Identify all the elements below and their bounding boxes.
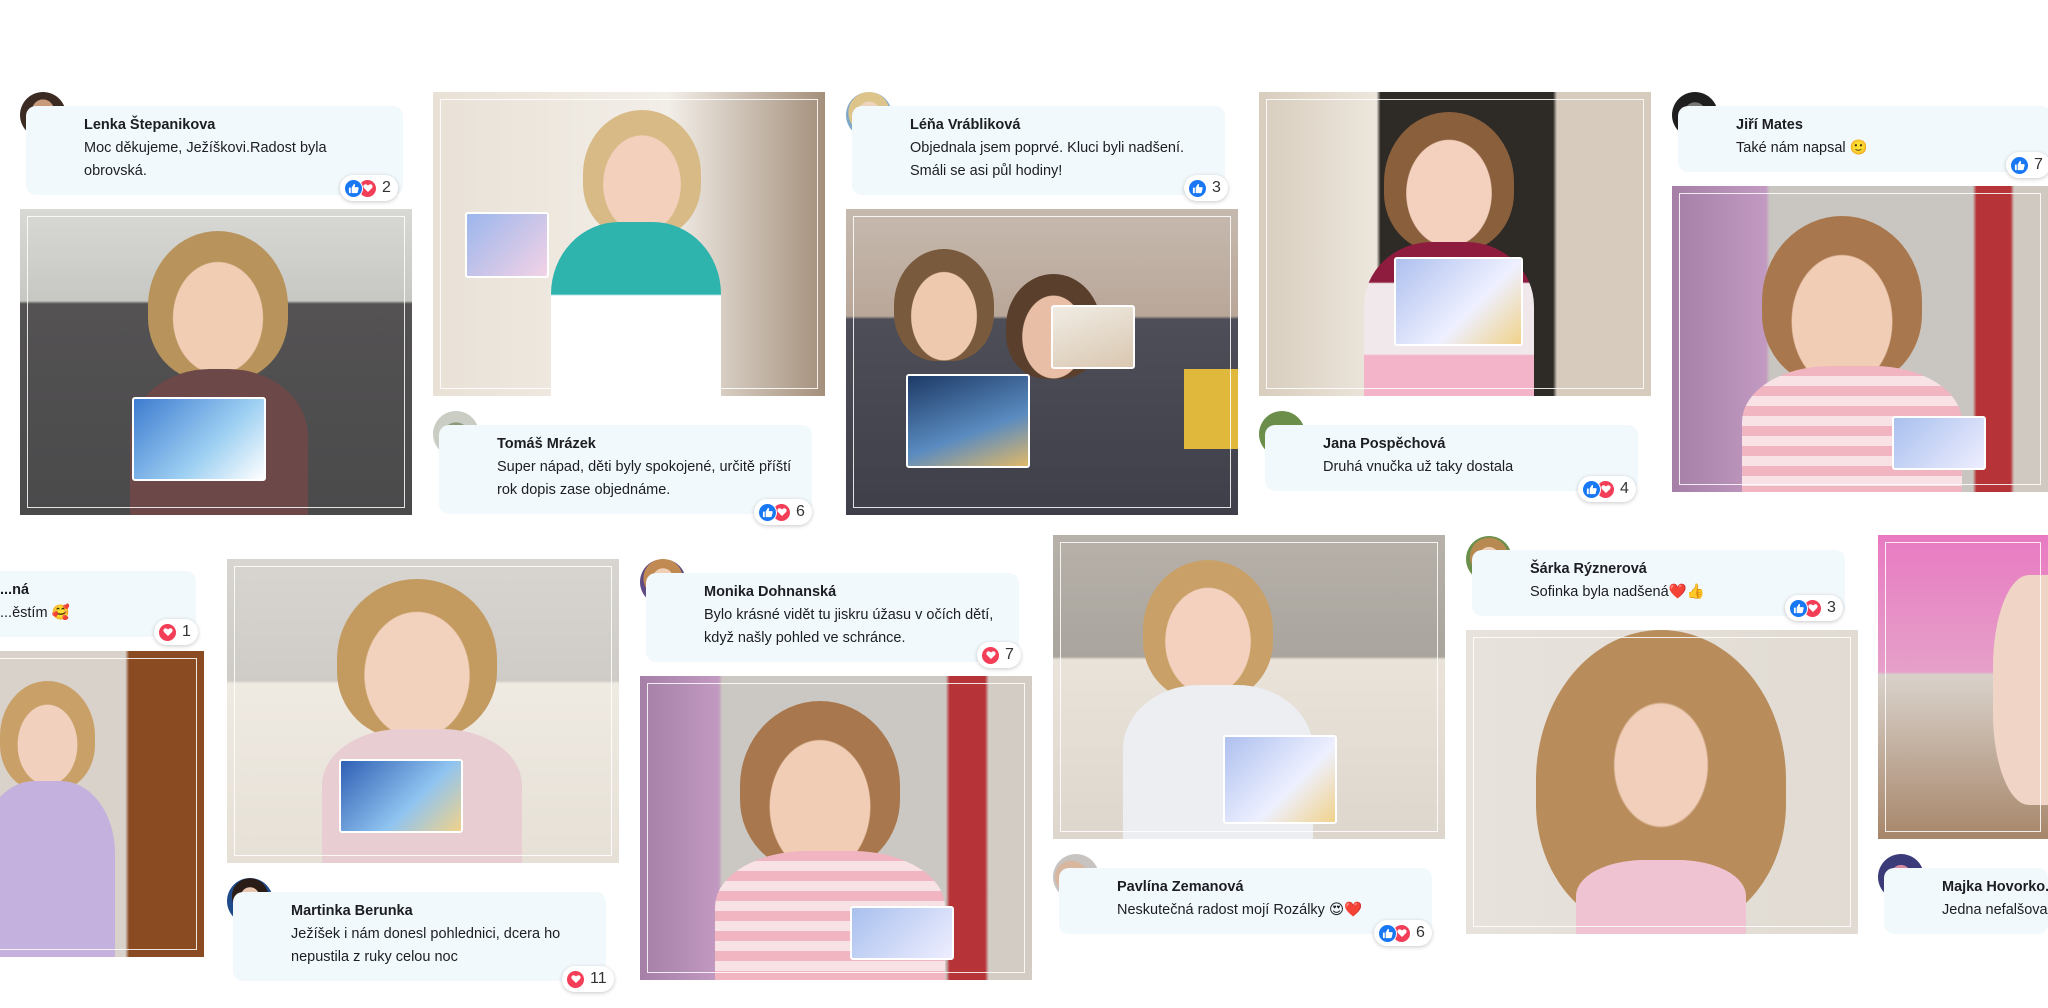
thumbs-up-icon [2010, 155, 2029, 175]
commenter-name: Monika Dohnanská [704, 584, 837, 600]
commenter-name: Šárka Rýznerová [1530, 561, 1647, 577]
commenter-name: Jiří Mates [1736, 117, 1803, 133]
comment-text: Také nám napsal 🙂 [1736, 140, 1868, 156]
reaction-counter[interactable]: 7 [2006, 152, 2048, 178]
photo-toddler-red-clip[interactable] [1672, 186, 2048, 492]
commenter-name: ...ná [0, 582, 30, 598]
heart-icon [981, 645, 1000, 665]
comment-text: Jedna nefalšova... [1942, 902, 2048, 918]
commenter-name: Jana Pospěchová [1323, 436, 1446, 452]
photo-girl-curly-hair[interactable] [1466, 630, 1858, 934]
reaction-count: 11 [590, 970, 607, 987]
reaction-counter[interactable]: 3 [1785, 595, 1843, 621]
reaction-count: 2 [382, 179, 391, 196]
thumbs-up-icon [1789, 598, 1808, 618]
reaction-count: 6 [796, 503, 805, 520]
reaction-count: 7 [1005, 646, 1014, 663]
commenter-name: Majka Hovorko... [1942, 879, 2048, 895]
reaction-count: 7 [2034, 156, 2043, 173]
heart-icon [566, 969, 585, 989]
thumbs-up-icon [1188, 178, 1207, 198]
commenter-name: Lenka Štepanikova [84, 117, 216, 133]
reaction-counter[interactable]: 2 [340, 175, 398, 201]
reaction-count: 3 [1212, 179, 1221, 196]
comment-text: Moc děkujeme, Ježíškovi.Radost byla obro… [84, 140, 327, 179]
reaction-count: 4 [1620, 480, 1629, 497]
comment-bubble: Monika Dohnanská Bylo krásné vidět tu ji… [646, 573, 1019, 662]
reaction-counter[interactable]: 6 [1374, 920, 1432, 946]
comment-text: Objednala jsem poprvé. Kluci byli nadšen… [910, 140, 1185, 179]
photo-toddler-red-clip-2[interactable] [640, 676, 1032, 980]
photo-girl-blonde-card[interactable] [20, 209, 412, 515]
thumbs-up-icon [1378, 923, 1397, 943]
reaction-count: 1 [182, 623, 191, 640]
photo-toddler-angel-card[interactable] [227, 559, 619, 863]
heart-icon [158, 622, 177, 642]
comment-text: ...ěstím 🥰 [0, 605, 70, 621]
testimonial-gallery: f Lenka Štepanikova Moc děkujeme, Ježíšk… [0, 0, 2048, 1008]
photo-girl-glasses-card[interactable] [433, 92, 825, 396]
reaction-counter[interactable]: 6 [754, 499, 812, 525]
photo-pink-room[interactable] [1878, 535, 2048, 839]
reaction-counter[interactable]: 4 [1578, 476, 1636, 502]
reaction-counter[interactable]: 11 [562, 966, 614, 992]
thumbs-up-icon [1582, 479, 1601, 499]
commenter-name: Pavlína Zemanová [1117, 879, 1244, 895]
comment-bubble: Jiří Mates Také nám napsal 🙂 [1678, 106, 2048, 172]
reaction-counter[interactable]: 1 [154, 619, 198, 645]
reaction-count: 6 [1416, 924, 1425, 941]
comment-text: Super nápad, děti byly spokojené, určitě… [497, 459, 792, 498]
photo-girl-angel-dress[interactable] [1053, 535, 1445, 839]
comment-text: Ježíšek i nám donesl pohlednici, dcera h… [291, 926, 561, 965]
comment-text: Druhá vnučka už taky dostala [1323, 459, 1514, 475]
comment-bubble: Tomáš Mrázek Super nápad, děti byly spok… [439, 425, 812, 514]
photo-girl-pink-card[interactable] [1259, 92, 1651, 396]
comment-text: Bylo krásné vidět tu jiskru úžasu v očíc… [704, 607, 994, 646]
reaction-count: 3 [1827, 599, 1836, 616]
photo-girl-cat-ears[interactable] [0, 651, 204, 957]
reaction-counter[interactable]: 3 [1184, 175, 1228, 201]
photo-two-boys-cards[interactable] [846, 209, 1238, 515]
comment-bubble: Martinka Berunka Ježíšek i nám donesl po… [233, 892, 606, 981]
comment-bubble: Léňa Vrábliková Objednala jsem poprvé. K… [852, 106, 1225, 195]
thumbs-up-icon [344, 178, 363, 198]
comment-text: Neskutečná radost mojí Rozálky 😍❤️ [1117, 902, 1363, 918]
commenter-name: Martinka Berunka [291, 903, 413, 919]
commenter-name: Léňa Vrábliková [910, 117, 1021, 133]
thumbs-up-icon [758, 502, 777, 522]
reaction-counter[interactable]: 7 [977, 642, 1021, 668]
commenter-name: Tomáš Mrázek [497, 436, 596, 452]
comment-bubble: Majka Hovorko... Jedna nefalšova... [1884, 868, 2048, 934]
